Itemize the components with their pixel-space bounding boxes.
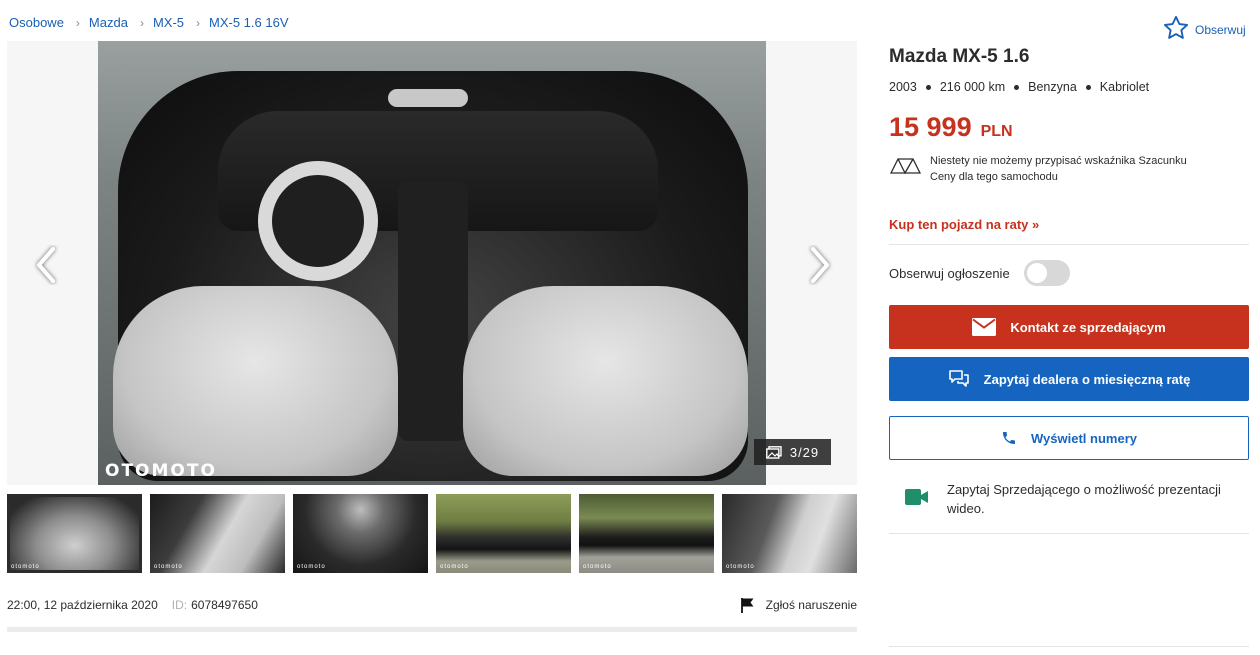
contact-seller-label: Kontakt ze sprzedającym — [1010, 319, 1166, 335]
main-photo[interactable]: OTOMOTO — [98, 41, 766, 485]
contact-seller-button[interactable]: Kontakt ze sprzedającym — [889, 305, 1249, 349]
price-eval-line1: Niestety nie możemy przypisać wskaźnika … — [930, 155, 1187, 167]
param-body: Kabriolet — [1099, 80, 1150, 94]
divider — [889, 533, 1249, 534]
listing-meta: 22:00, 12 października 2020 ID: 60784976… — [7, 597, 857, 613]
price-gauge-icon — [889, 158, 922, 175]
listing-id-label: ID: — [171, 598, 188, 612]
video-presentation-text: Zapytaj Sprzedającego o możliwość prezen… — [947, 482, 1221, 516]
price-currency: PLN — [980, 123, 1013, 140]
thumbnail-2[interactable]: otomoto — [150, 494, 285, 573]
breadcrumb: Osobowe › Mazda › MX-5 › MX-5 1.6 16V — [9, 15, 289, 30]
show-phone-button[interactable]: Wyświetl numery — [889, 416, 1249, 460]
section-divider — [7, 627, 857, 632]
thumbnail-5[interactable]: otomoto — [579, 494, 714, 573]
param-mileage: 216 000 km — [939, 80, 1006, 94]
report-label: Zgłoś naruszenie — [765, 598, 857, 612]
divider — [889, 244, 1249, 245]
param-year: 2003 — [889, 80, 917, 94]
price-value: 15 999 — [889, 112, 972, 142]
previous-photo-button[interactable] — [26, 241, 66, 289]
bullet — [1085, 84, 1091, 90]
observe-button[interactable]: Obserwuj — [1162, 14, 1246, 45]
thumbnail-watermark: otomoto — [726, 564, 755, 570]
listing-params: 2003 216 000 km Benzyna Kabriolet — [889, 80, 1249, 94]
breadcrumb-item-osobowe[interactable]: Osobowe — [9, 15, 64, 30]
follow-toggle[interactable] — [1023, 260, 1070, 286]
loan-link[interactable]: Kup ten pojazd na raty » — [889, 217, 1039, 232]
divider — [889, 646, 1249, 647]
video-camera-icon — [905, 489, 928, 505]
chevron-right-icon: › — [196, 15, 201, 30]
bullet — [925, 84, 931, 90]
video-presentation[interactable]: Zapytaj Sprzedającego o możliwość prezen… — [905, 480, 1245, 518]
listing-id: 6078497650 — [191, 598, 258, 612]
thumbnail-watermark: otomoto — [440, 564, 469, 570]
listing-title: Mazda MX-5 1.6 — [889, 46, 1030, 67]
listing-date: 22:00, 12 października 2020 — [7, 598, 158, 612]
observe-label: Obserwuj — [1195, 22, 1246, 37]
thumbnail-watermark: otomoto — [154, 564, 183, 570]
thumbnail-watermark: otomoto — [583, 564, 612, 570]
thumbnail-strip: otomoto otomoto otomoto otomoto otomoto … — [7, 494, 857, 573]
star-icon — [1162, 14, 1190, 45]
listing-summary: Mazda MX-5 1.6 2003 216 000 km Benzyna K… — [889, 46, 1249, 185]
images-icon — [765, 445, 782, 459]
follow-listing: Obserwuj ogłoszenie — [889, 260, 1070, 286]
price-evaluation: Niestety nie możemy przypisać wskaźnika … — [889, 153, 1249, 185]
ask-dealer-label: Zapytaj dealera o miesięczną ratę — [983, 371, 1191, 387]
price-eval-line2: Ceny dla tego samochodu — [930, 171, 1058, 183]
next-photo-button[interactable] — [800, 241, 840, 289]
breadcrumb-item-mx5[interactable]: MX-5 — [153, 15, 184, 30]
breadcrumb-item-mazda[interactable]: Mazda — [89, 15, 128, 30]
envelope-icon — [972, 318, 997, 336]
thumbnail-6[interactable]: otomoto — [722, 494, 857, 573]
show-phone-label: Wyświetl numery — [1031, 430, 1137, 446]
flag-icon — [740, 598, 754, 613]
thumbnail-4[interactable]: otomoto — [436, 494, 571, 573]
follow-label: Obserwuj ogłoszenie — [889, 265, 1010, 281]
thumbnail-3[interactable]: otomoto — [293, 494, 428, 573]
chevron-right-icon: › — [75, 15, 80, 30]
chat-icon — [948, 370, 969, 387]
thumbnail-1[interactable]: otomoto — [7, 494, 142, 573]
breadcrumb-item-mx5-16v[interactable]: MX-5 1.6 16V — [209, 15, 289, 30]
photo-watermark: OTOMOTO — [105, 461, 217, 481]
photo-counter[interactable]: 3/29 — [754, 439, 831, 465]
thumbnail-watermark: otomoto — [297, 564, 326, 570]
phone-icon — [1003, 432, 1016, 444]
report-button[interactable]: Zgłoś naruszenie — [740, 597, 857, 613]
param-fuel: Benzyna — [1028, 80, 1077, 94]
price: 15 999 PLN — [889, 112, 1249, 143]
ask-dealer-button[interactable]: Zapytaj dealera o miesięczną ratę — [889, 357, 1249, 401]
chevron-right-icon: › — [139, 15, 144, 30]
photo-gallery: OTOMOTO 3/29 — [7, 41, 857, 485]
photo-counter-text: 3/29 — [789, 444, 820, 460]
chevron-right-icon — [811, 247, 829, 283]
chevron-left-icon — [37, 247, 55, 283]
bullet — [1014, 84, 1020, 90]
thumbnail-watermark: otomoto — [11, 564, 40, 570]
